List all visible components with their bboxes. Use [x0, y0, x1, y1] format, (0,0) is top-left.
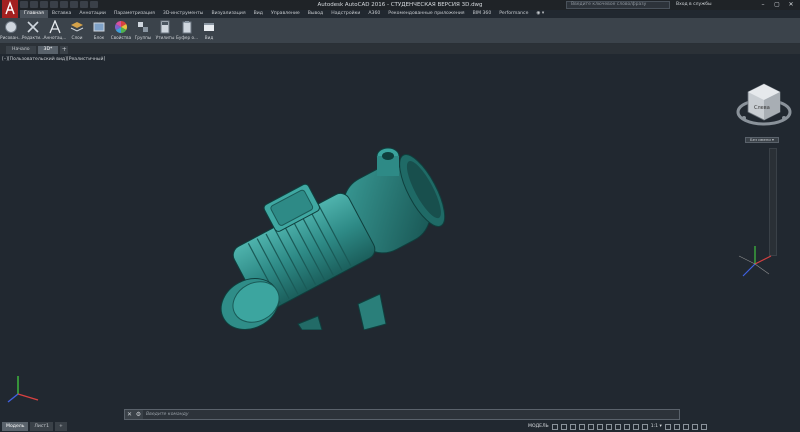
view-icon: [204, 23, 214, 31]
title-bar: Autodesk AutoCAD 2016 - СТУДЕНЧЕСКАЯ ВЕР…: [0, 0, 800, 18]
grid-icon[interactable]: [551, 423, 558, 430]
selection-cycling-icon[interactable]: [623, 423, 630, 430]
file-tabs: Начало 3D* +: [0, 44, 800, 54]
properties-icon: [114, 20, 128, 33]
world-ucs-icon: [7, 376, 39, 403]
annotation-visibility-icon[interactable]: [641, 423, 648, 430]
panel-view-label: Вид: [204, 35, 214, 40]
tab-addins[interactable]: Надстройки: [327, 10, 364, 18]
utilities-icon: [160, 20, 170, 34]
panel-properties[interactable]: Свойства: [110, 18, 132, 43]
command-line: ✕ ⚙ Введите команду: [124, 409, 680, 420]
workspace-switch-icon[interactable]: [664, 423, 671, 430]
named-view-dropdown[interactable]: Без имени ▾: [745, 137, 779, 143]
3d-osnap-icon[interactable]: [632, 423, 639, 430]
panel-modify[interactable]: Редакти...: [22, 18, 44, 43]
tab-home[interactable]: Главная: [20, 10, 48, 18]
viewcube-icon[interactable]: Слева: [734, 76, 794, 136]
tab-performance[interactable]: Performance: [495, 10, 532, 18]
panel-annotation-label: Аннотац...: [43, 35, 67, 40]
ribbon-panel: Рисован... Редакти... Аннотац... Слои Бл…: [0, 18, 800, 44]
panel-clipboard[interactable]: Буфер о...: [176, 18, 198, 43]
polar-icon[interactable]: [578, 423, 585, 430]
tab-3d-tools[interactable]: 3D-инструменты: [159, 10, 208, 18]
panel-groups-label: Группы: [134, 35, 152, 40]
otrack-icon[interactable]: [596, 423, 603, 430]
tab-a360[interactable]: A360: [364, 10, 384, 18]
panel-groups[interactable]: Группы: [132, 18, 154, 43]
tab-parametric[interactable]: Параметризация: [110, 10, 159, 18]
clipboard-icon: [182, 21, 192, 34]
navigation-bar[interactable]: [769, 148, 777, 256]
isolate-objects-icon[interactable]: [673, 423, 680, 430]
customize-icon[interactable]: ⚙: [134, 410, 143, 419]
ortho-icon[interactable]: [569, 423, 576, 430]
groups-icon: [138, 22, 148, 32]
annotation-icon: [49, 20, 61, 34]
pump-motor-3d-model[interactable]: [208, 134, 468, 330]
tab-bim360[interactable]: BIM 360: [469, 10, 496, 18]
panel-draw[interactable]: Рисован...: [0, 18, 22, 43]
ribbon-options-dropdown[interactable]: ◉ ▾: [532, 10, 548, 18]
add-layout-button[interactable]: +: [55, 422, 67, 431]
layout-tabs: Модель Лист1 +: [2, 422, 67, 432]
hardware-acceleration-icon[interactable]: [682, 423, 689, 430]
tab-annotate[interactable]: Аннотации: [75, 10, 110, 18]
panel-draw-label: Рисован...: [0, 35, 22, 40]
modify-icon: [27, 21, 39, 33]
snap-icon[interactable]: [560, 423, 567, 430]
tab-output[interactable]: Вывод: [304, 10, 327, 18]
annotation-scale-dropdown[interactable]: 1:1 ▾: [651, 424, 662, 429]
panel-layers-label: Слои: [71, 35, 83, 40]
panel-annotation[interactable]: Аннотац...: [44, 18, 66, 43]
close-button[interactable]: ✕: [784, 0, 798, 10]
tab-insert[interactable]: Вставка: [48, 10, 75, 18]
drawing-viewport[interactable]: [–][Пользовательский вид][Реалистичный] …: [0, 54, 800, 408]
viewport-controls-label[interactable]: [–][Пользовательский вид][Реалистичный]: [2, 57, 105, 62]
panel-block[interactable]: Блок: [88, 18, 110, 43]
panel-modify-label: Редакти...: [21, 35, 45, 40]
search-input[interactable]: Введите ключевое слово/фразу: [566, 1, 670, 9]
tab-manage[interactable]: Управление: [267, 10, 304, 18]
panel-layers[interactable]: Слои: [66, 18, 88, 43]
model-space-toggle[interactable]: МОДЕЛЬ: [528, 424, 549, 429]
tab-visualize[interactable]: Визуализация: [207, 10, 249, 18]
customization-menu-icon[interactable]: [700, 423, 707, 430]
tab-view[interactable]: Вид: [250, 10, 267, 18]
transparency-icon[interactable]: [614, 423, 621, 430]
signin-button[interactable]: Вход в службы: [676, 2, 712, 7]
panel-clipboard-label: Буфер о...: [175, 35, 199, 40]
ribbon-tabs: Главная Вставка Аннотации Параметризация…: [20, 10, 548, 18]
osnap-icon[interactable]: [587, 423, 594, 430]
lineweight-icon[interactable]: [605, 423, 612, 430]
clean-screen-icon[interactable]: [691, 423, 698, 430]
panel-view[interactable]: Вид: [198, 18, 220, 43]
layout-tab-sheet1[interactable]: Лист1: [30, 422, 53, 431]
panel-utilities-label: Утилиты: [155, 35, 175, 40]
minimize-button[interactable]: –: [756, 0, 770, 10]
layout-tab-model[interactable]: Модель: [2, 422, 29, 431]
ucs-axis-icon: [738, 246, 772, 277]
file-tab-start[interactable]: Начало: [6, 46, 36, 54]
file-tab-3d[interactable]: 3D*: [37, 46, 59, 54]
tab-featured-apps[interactable]: Рекомендованные приложения: [384, 10, 468, 18]
viewcube-face-label: Слева: [754, 105, 770, 111]
command-input[interactable]: Введите команду: [143, 410, 679, 419]
new-tab-button[interactable]: +: [60, 46, 69, 54]
close-command-line-icon[interactable]: ✕: [125, 410, 134, 419]
status-bar: МОДЕЛЬ 1:1 ▾: [528, 421, 800, 432]
panel-utilities[interactable]: Утилиты: [154, 18, 176, 43]
panel-properties-label: Свойства: [110, 35, 132, 40]
layers-icon: [70, 22, 84, 32]
block-icon: [93, 22, 105, 32]
panel-block-label: Блок: [93, 35, 105, 40]
maximize-button[interactable]: ▢: [770, 0, 784, 10]
window-controls: – ▢ ✕: [756, 0, 798, 10]
draw-icon: [5, 21, 17, 33]
